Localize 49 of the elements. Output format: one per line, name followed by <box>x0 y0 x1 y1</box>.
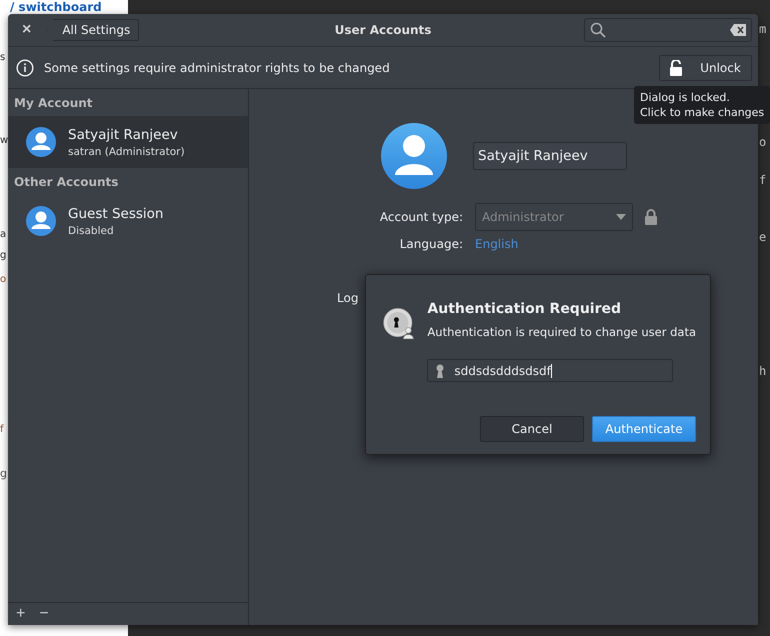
login-label: Log <box>337 291 360 305</box>
avatar-icon <box>26 127 56 157</box>
page-text: s <box>0 52 6 64</box>
close-button[interactable]: × <box>18 21 36 39</box>
avatar-icon <box>26 206 56 236</box>
terminal-text: f <box>759 173 766 187</box>
info-icon <box>16 58 34 76</box>
search-field[interactable] <box>584 18 752 42</box>
back-button[interactable]: All Settings <box>47 19 140 41</box>
account-name: Satyajit Ranjeev <box>68 126 179 142</box>
padlock-icon <box>670 60 682 76</box>
language-label: Language: <box>398 237 463 251</box>
remove-button[interactable]: − <box>35 606 53 622</box>
terminal-text: e <box>759 230 766 244</box>
account-item[interactable]: Satyajit Ranjeev satran (Administrator) <box>8 116 248 168</box>
password-field[interactable]: sddsdsdddsdsdf <box>427 359 674 382</box>
account-detail: satran (Administrator) <box>68 146 185 158</box>
terminal-text: o <box>759 135 766 149</box>
dialog-message: Authentication is required to change user data <box>427 325 696 339</box>
account-type-label: Account type: <box>378 210 463 224</box>
search-icon <box>590 22 606 38</box>
terminal-text: m <box>759 22 766 36</box>
cancel-button[interactable]: Cancel <box>480 416 584 442</box>
page-title: / switchboard <box>10 0 102 14</box>
tooltip-text: Dialog is locked. <box>640 91 731 104</box>
keyhole-icon <box>436 364 444 378</box>
section-header: Other Accounts <box>13 174 120 191</box>
terminal-text: h <box>759 364 766 378</box>
account-name: Guest Session <box>68 206 164 222</box>
page-text: w <box>0 135 8 147</box>
tooltip-text: Click to make changes <box>640 106 764 119</box>
page-text: a <box>0 229 6 241</box>
avatar-icon[interactable] <box>381 123 447 189</box>
page-text: f <box>0 424 4 436</box>
window-title: User Accounts <box>334 23 432 37</box>
caret-icon <box>616 214 626 220</box>
account-detail: Disabled <box>68 224 115 236</box>
info-message: Some settings require administrator rights to be changed <box>44 60 390 74</box>
padlock-icon <box>645 209 657 225</box>
account-item[interactable]: Guest Session Disabled <box>8 195 248 247</box>
clear-icon[interactable] <box>730 24 746 36</box>
page-text: o <box>0 274 6 286</box>
page-text: g <box>0 250 6 262</box>
add-button[interactable]: + <box>12 606 30 622</box>
dialog-title: Authentication Required <box>427 301 622 317</box>
unlock-button[interactable]: Unlock <box>659 54 752 80</box>
name-field[interactable]: Satyajit Ranjeev <box>473 142 627 170</box>
page-text: g <box>0 468 7 480</box>
section-header: My Account <box>13 95 94 112</box>
